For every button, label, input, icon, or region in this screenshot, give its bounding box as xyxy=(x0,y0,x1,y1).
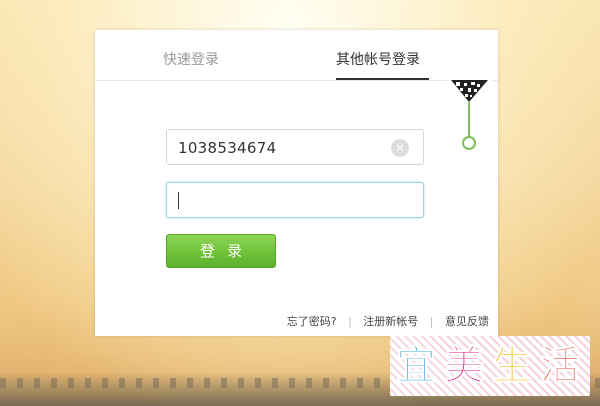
tab-other-account-login[interactable]: 其他帐号登录 xyxy=(336,49,420,69)
qr-hanger-ring xyxy=(462,136,476,150)
login-button[interactable]: 登录 xyxy=(166,234,276,268)
password-input[interactable] xyxy=(166,182,424,218)
watermark-logo: 宜 美 生 活 xyxy=(390,336,590,396)
link-separator: | xyxy=(429,315,434,328)
active-tab-indicator xyxy=(336,78,429,80)
text-caret xyxy=(178,192,179,209)
account-input-value: 1038534674 xyxy=(178,139,277,157)
watermark-char: 活 xyxy=(540,343,581,390)
watermark-char: 美 xyxy=(444,343,485,390)
link-separator: | xyxy=(348,315,352,328)
qr-code-toggle-icon[interactable] xyxy=(446,80,493,103)
feedback-link[interactable]: 意见反馈 xyxy=(445,313,489,329)
tab-quick-login[interactable]: 快速登录 xyxy=(163,49,219,69)
login-tabs: 快速登录 其他帐号登录 xyxy=(95,30,498,81)
watermark-char: 宜 xyxy=(396,343,437,390)
forgot-password-link[interactable]: 忘了密码? xyxy=(287,313,337,329)
watermark-char: 生 xyxy=(492,343,533,390)
footer-links: 忘了密码? | 注册新帐号 | 意见反馈 xyxy=(287,313,489,329)
register-link[interactable]: 注册新帐号 xyxy=(363,313,418,329)
clear-icon[interactable]: ✕ xyxy=(391,139,409,157)
account-input[interactable]: 1038534674 ✕ xyxy=(166,129,424,165)
login-panel: 快速登录 其他帐号登录 1038534674 ✕ 登录 忘了密码? | 注册新帐… xyxy=(95,30,498,336)
qr-hanger-line xyxy=(468,102,470,140)
